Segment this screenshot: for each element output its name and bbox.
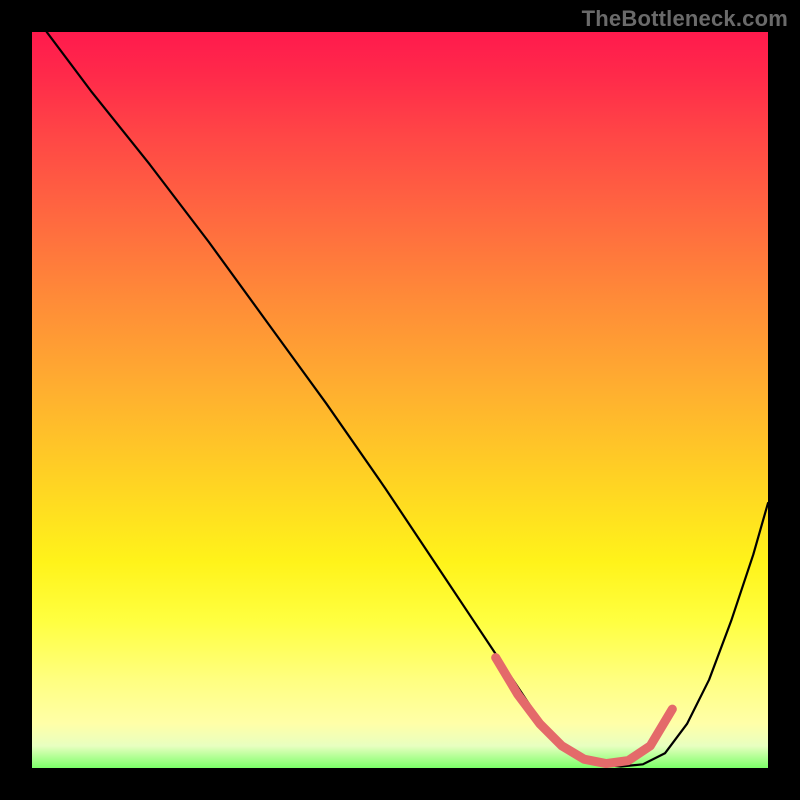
chart-plot-area (32, 32, 768, 768)
chart-container: TheBottleneck.com (0, 0, 800, 800)
optimal-region-marker (496, 658, 673, 764)
watermark-text: TheBottleneck.com (582, 6, 788, 32)
chart-marker-svg (32, 32, 768, 768)
